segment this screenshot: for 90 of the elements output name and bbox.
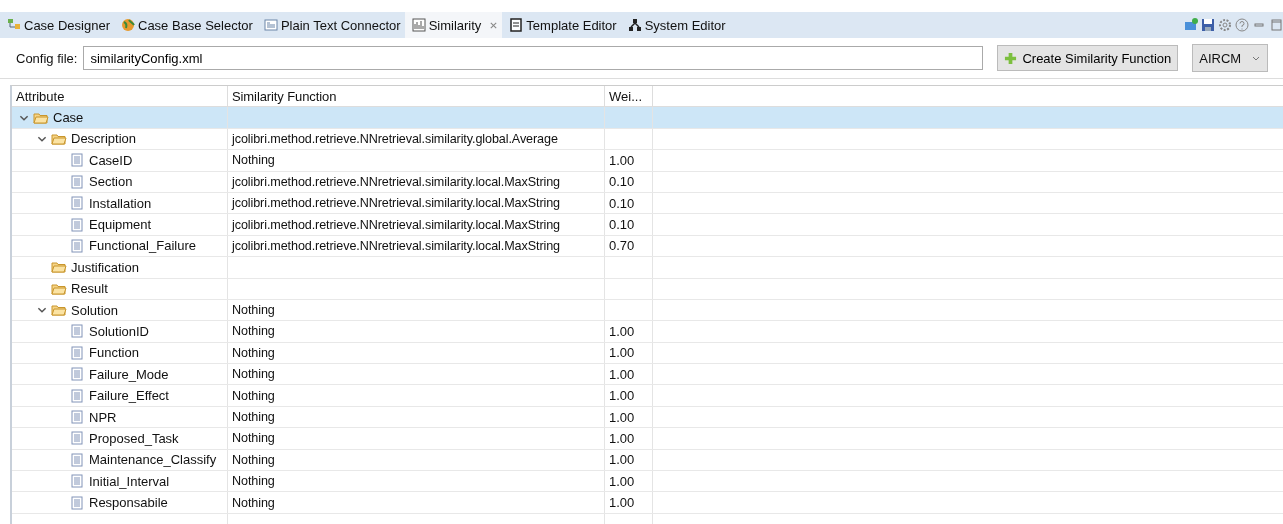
config-label: Config file: bbox=[16, 50, 78, 66]
document-icon bbox=[69, 196, 85, 211]
attribute-name: CaseID bbox=[89, 152, 133, 168]
similarity-function: Nothing bbox=[232, 452, 275, 467]
weight-value: 1.00 bbox=[609, 345, 635, 361]
folder-icon bbox=[51, 260, 67, 275]
document-icon bbox=[69, 452, 85, 467]
folder-icon bbox=[51, 281, 67, 296]
similarity-function: Nothing bbox=[232, 345, 275, 360]
similarity-function: jcolibri.method.retrieve.NNretrieval.similarity.local.MaxString bbox=[232, 196, 560, 211]
attribute-name: Failure_Effect bbox=[89, 388, 169, 404]
create-similarity-button[interactable]: Create Similarity Function bbox=[997, 45, 1179, 71]
document-icon bbox=[69, 388, 85, 403]
similarity-function: jcolibri.method.retrieve.NNretrieval.similarity.local.MaxString bbox=[232, 238, 560, 253]
attribute-name: Description bbox=[71, 131, 137, 147]
weight-value: 1.00 bbox=[609, 409, 635, 425]
settings-icon[interactable] bbox=[1218, 18, 1232, 32]
attribute-name: Failure_Mode bbox=[89, 366, 169, 382]
weight-value: 1.00 bbox=[609, 495, 635, 511]
plus-icon bbox=[1004, 51, 1018, 65]
help-icon[interactable] bbox=[1235, 18, 1249, 32]
editor-tab[interactable]: Plain Text Connector bbox=[256, 12, 405, 38]
attribute-name: NPR bbox=[89, 409, 117, 425]
config-file-field[interactable]: similarityConfig.xml bbox=[83, 46, 984, 70]
attribute-name: Maintenance_Classify bbox=[89, 452, 217, 468]
project-dropdown[interactable]: AIRCM bbox=[1192, 44, 1269, 72]
document-icon bbox=[69, 153, 85, 168]
document-icon bbox=[69, 324, 85, 339]
document-icon bbox=[69, 238, 85, 253]
weight-value: 1.00 bbox=[609, 366, 635, 382]
editor-tab[interactable]: Case Base Selector bbox=[114, 12, 257, 38]
editor-tab[interactable]: System Editor bbox=[620, 12, 730, 38]
document-icon bbox=[69, 431, 85, 446]
folder-icon bbox=[51, 303, 67, 318]
editor-tab[interactable]: Case Designer bbox=[0, 12, 114, 38]
document-icon bbox=[69, 474, 85, 489]
attribute-name: Solution bbox=[71, 302, 118, 318]
attribute-name: Result bbox=[71, 281, 108, 297]
attribute-name: Case bbox=[53, 110, 84, 126]
new-folder-icon[interactable] bbox=[1184, 18, 1198, 32]
similarity-function: Nothing bbox=[232, 431, 275, 446]
weight-value: 0.10 bbox=[609, 195, 635, 211]
similarity-function: Nothing bbox=[232, 410, 275, 425]
editor-tab[interactable]: Similarity bbox=[404, 12, 503, 38]
weight-value: 1.00 bbox=[609, 473, 635, 489]
attribute-name: Function bbox=[89, 345, 139, 361]
similarity-function: jcolibri.method.retrieve.NNretrieval.similarity.local.MaxString bbox=[232, 217, 560, 232]
attribute-name: Equipment bbox=[89, 217, 152, 233]
document-icon bbox=[69, 367, 85, 382]
weight-value: 0.10 bbox=[609, 217, 635, 233]
document-icon bbox=[69, 495, 85, 510]
save-icon[interactable] bbox=[1201, 18, 1215, 32]
similarity-function: Nothing bbox=[232, 303, 275, 318]
similarity-function: Nothing bbox=[232, 388, 275, 403]
attribute-name: SolutionID bbox=[89, 324, 149, 339]
weight-value: 1.00 bbox=[609, 388, 635, 404]
attribute-name: Responsabile bbox=[89, 495, 168, 511]
similarity-function: Nothing bbox=[232, 495, 275, 510]
attribute-name: Functional_Failure bbox=[89, 238, 196, 254]
document-icon bbox=[69, 345, 85, 360]
similarity-function: Nothing bbox=[232, 367, 275, 382]
weight-value: 0.70 bbox=[609, 238, 635, 254]
attribute-name: Section bbox=[89, 174, 133, 190]
document-icon bbox=[69, 217, 85, 232]
chart-icon bbox=[411, 18, 426, 32]
folder-icon bbox=[33, 110, 49, 125]
weight-value: 0.10 bbox=[609, 174, 635, 190]
nodes-icon bbox=[7, 18, 21, 32]
attribute-name: Initial_Interval bbox=[89, 473, 170, 489]
weight-value: 1.00 bbox=[609, 430, 635, 446]
similarity-function: Nothing bbox=[232, 474, 275, 489]
hierarchy-icon bbox=[627, 18, 642, 32]
attribute-name: Justification bbox=[71, 259, 139, 275]
similarity-function: Nothing bbox=[232, 153, 275, 168]
attribute-name: Proposed_Task bbox=[89, 430, 179, 446]
similarity-function: jcolibri.method.retrieve.NNretrieval.similarity.local.MaxString bbox=[232, 174, 560, 189]
weight-value: 1.00 bbox=[609, 152, 635, 168]
folder-icon bbox=[51, 131, 67, 146]
similarity-function: Nothing bbox=[232, 324, 275, 339]
document-icon bbox=[509, 18, 524, 32]
similarity-function: jcolibri.method.retrieve.NNretrieval.similarity.global.Average bbox=[232, 131, 558, 146]
maximize-icon[interactable] bbox=[1269, 18, 1283, 32]
selected-row[interactable]: Case bbox=[12, 107, 1283, 129]
document-icon bbox=[69, 410, 85, 425]
document-icon bbox=[69, 174, 85, 189]
attribute-name: Installation bbox=[89, 195, 152, 211]
editor-tab[interactable]: Template Editor bbox=[502, 12, 621, 38]
weight-value: 1.00 bbox=[609, 452, 635, 468]
weight-value: 1.00 bbox=[609, 324, 635, 339]
close-icon[interactable] bbox=[489, 20, 499, 30]
